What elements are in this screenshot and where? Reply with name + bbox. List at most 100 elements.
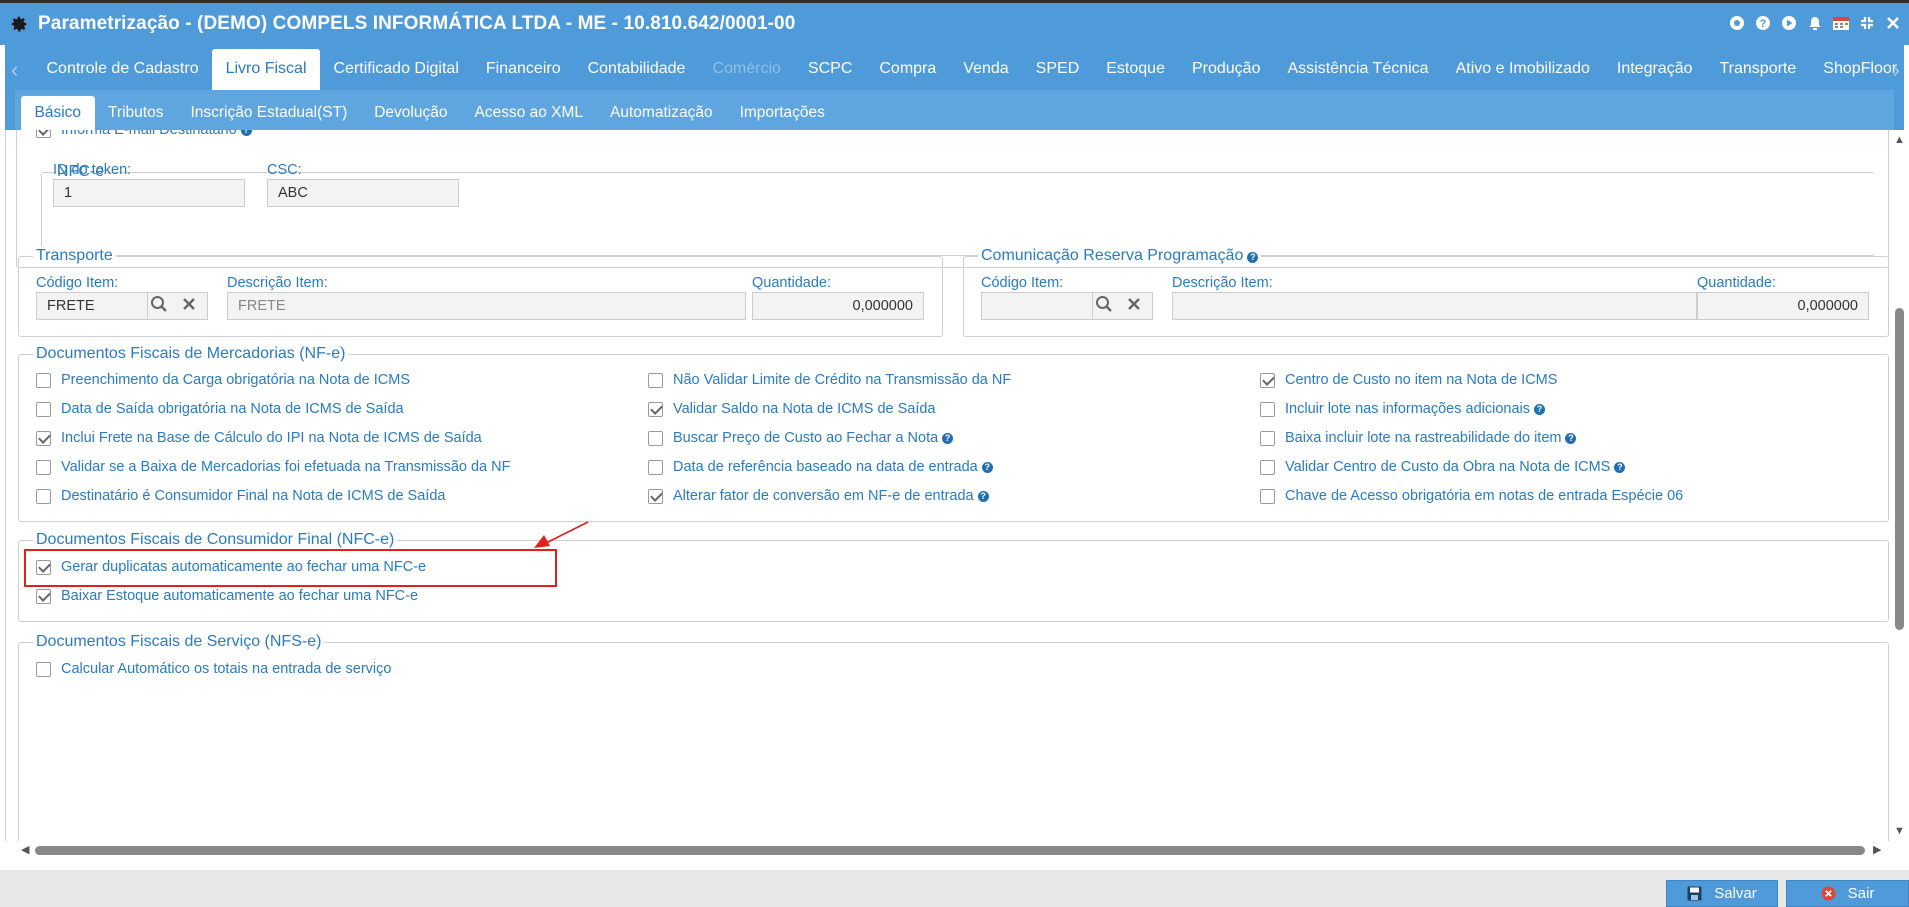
checkbox-centro-custo-item[interactable]: Centro de Custo no item na Nota de ICMS (1260, 372, 1557, 388)
checkbox-calcular-automatico[interactable]: Calcular Automático os totais na entrada… (36, 661, 391, 677)
csc-input[interactable]: ABC (267, 179, 459, 207)
checkbox-box[interactable] (36, 661, 51, 677)
checkbox-box[interactable] (36, 459, 51, 475)
clear-icon[interactable] (182, 297, 196, 316)
checkbox-box[interactable] (1260, 430, 1275, 446)
checkbox-consumidor-final[interactable]: Destinatário é Consumidor Final na Nota … (36, 488, 445, 504)
token-input[interactable]: 1 (53, 179, 245, 207)
checkbox-box[interactable] (1260, 488, 1275, 504)
main-tab-bar: ‹ Controle de Cadastro Livro Fiscal Cert… (5, 45, 1904, 90)
tab-livro-fiscal[interactable]: Livro Fiscal (212, 49, 320, 90)
help-icon[interactable]: ? (1565, 432, 1577, 444)
compress-icon[interactable] (1857, 13, 1877, 33)
checkbox-box[interactable] (648, 401, 663, 417)
subtab-inscricao-estadual[interactable]: Inscrição Estadual(ST) (177, 96, 361, 130)
quantidade-input[interactable]: 0,000000 (1697, 292, 1869, 320)
gear-icon[interactable] (8, 13, 30, 35)
tab-sped[interactable]: SPED (1022, 49, 1093, 90)
scroll-left-icon[interactable]: ◀ (21, 843, 29, 856)
tab-assistencia-tecnica[interactable]: Assistência Técnica (1274, 49, 1442, 90)
bell-icon[interactable] (1805, 13, 1825, 33)
tab-producao[interactable]: Produção (1178, 49, 1274, 90)
save-button[interactable]: Salvar (1666, 880, 1778, 907)
tab-financeiro[interactable]: Financeiro (472, 49, 574, 90)
clear-icon[interactable] (1127, 297, 1141, 316)
checkbox-nao-validar-limite[interactable]: Não Validar Limite de Crédito na Transmi… (648, 372, 1011, 388)
checkbox-validar-centro-custo-obra[interactable]: Validar Centro de Custo da Obra na Nota … (1260, 459, 1626, 475)
quantidade-input[interactable]: 0,000000 (752, 292, 924, 320)
tab-contabilidade[interactable]: Contabilidade (574, 49, 699, 90)
help-icon[interactable]: ? (1614, 461, 1626, 473)
checkbox-baixa-lote[interactable]: Baixa incluir lote na rastreabilidade do… (1260, 430, 1577, 446)
subtab-devolucao[interactable]: Devolução (361, 96, 461, 130)
checkbox-box[interactable] (36, 488, 51, 504)
help-icon[interactable]: ? (977, 490, 989, 502)
checkbox-box[interactable] (1260, 401, 1275, 417)
codigo-item-input[interactable]: FRETE (36, 292, 148, 320)
subtab-importacoes[interactable]: Importações (726, 96, 838, 130)
help-icon[interactable]: ? (1247, 251, 1259, 263)
tab-ativo-imobilizado[interactable]: Ativo e Imobilizado (1442, 49, 1603, 90)
help-icon[interactable]: ? (942, 432, 954, 444)
search-icon[interactable] (1095, 295, 1113, 318)
play-icon[interactable] (1779, 13, 1799, 33)
checkbox-label: Baixar Estoque automaticamente ao fechar… (61, 588, 419, 604)
tab-estoque[interactable]: Estoque (1093, 49, 1179, 90)
tab-venda[interactable]: Venda (950, 49, 1022, 90)
checkbox-alterar-fator[interactable]: Alterar fator de conversão em NF-e de en… (648, 488, 989, 504)
checkbox-box[interactable] (36, 588, 51, 604)
checkbox-incluir-lote[interactable]: Incluir lote nas informações adicionais? (1260, 401, 1546, 417)
tab-compra[interactable]: Compra (866, 49, 950, 90)
content-area[interactable]: Informa E-mail Destinatário ? NFC-e ID d… (5, 130, 1890, 841)
record-icon[interactable] (1727, 13, 1747, 33)
tab-integracao[interactable]: Integração (1603, 49, 1706, 90)
subtab-basico[interactable]: Básico (21, 96, 95, 130)
checkbox-data-saida[interactable]: Data de Saída obrigatória na Nota de ICM… (36, 401, 404, 417)
checkbox-box[interactable] (648, 372, 663, 388)
checkbox-box[interactable] (36, 372, 51, 388)
checkbox-box[interactable] (648, 459, 663, 475)
scroll-down-icon[interactable]: ▼ (1894, 825, 1905, 837)
subtab-acesso-xml[interactable]: Acesso ao XML (461, 96, 597, 130)
tab-controle-cadastro[interactable]: Controle de Cadastro (33, 49, 212, 90)
checkbox-validar-saldo[interactable]: Validar Saldo na Nota de ICMS de Saída (648, 401, 936, 417)
close-icon[interactable] (1883, 13, 1903, 33)
help-icon[interactable]: ? (981, 461, 993, 473)
fieldset-legend: Documentos Fiscais de Serviço (NFS-e) (33, 633, 325, 651)
scroll-right-icon[interactable]: ▶ (1873, 843, 1881, 856)
scrollbar-thumb[interactable] (1895, 308, 1904, 630)
checkbox-inclui-frete[interactable]: Inclui Frete na Base de Cálculo do IPI n… (36, 430, 482, 446)
checkbox-data-referencia[interactable]: Data de referência baseado na data de en… (648, 459, 993, 475)
help-icon[interactable]: ? (1534, 403, 1546, 415)
checkbox-box[interactable] (1260, 459, 1275, 475)
checkbox-preenchimento-carga[interactable]: Preenchimento da Carga obrigatória na No… (36, 372, 410, 388)
descricao-item-input[interactable] (1172, 292, 1697, 320)
codigo-item-input[interactable] (981, 292, 1093, 320)
checkbox-box[interactable] (648, 430, 663, 446)
tab-certificado-digital[interactable]: Certificado Digital (320, 49, 472, 90)
search-icon[interactable] (150, 295, 168, 318)
subtab-tributos[interactable]: Tributos (95, 96, 177, 130)
checkbox-box[interactable] (648, 488, 663, 504)
exit-button[interactable]: Sair (1786, 880, 1909, 907)
descricao-item-input[interactable]: FRETE (227, 292, 746, 320)
checkbox-chave-acesso[interactable]: Chave de Acesso obrigatória em notas de … (1260, 488, 1683, 504)
checkbox-buscar-preco-custo[interactable]: Buscar Preço de Custo ao Fechar a Nota? (648, 430, 954, 446)
chevron-left-icon[interactable]: ‹ (11, 57, 18, 83)
subtab-automatizacao[interactable]: Automatização (597, 96, 727, 130)
scroll-up-icon[interactable]: ▲ (1894, 134, 1905, 146)
checkbox-label: Validar Centro de Custo da Obra na Nota … (1285, 459, 1611, 475)
horizontal-scrollbar[interactable]: ◀ ▶ (5, 841, 1890, 860)
help-icon[interactable]: ? (1753, 13, 1773, 33)
scrollbar-thumb[interactable] (35, 846, 1865, 855)
tab-transporte[interactable]: Transporte (1706, 49, 1810, 90)
checkbox-box[interactable] (36, 401, 51, 417)
checkbox-box[interactable] (36, 430, 51, 446)
checkbox-validar-baixa[interactable]: Validar se a Baixa de Mercadorias foi ef… (36, 459, 510, 475)
vertical-scrollbar[interactable]: ▲ ▼ (1890, 130, 1909, 841)
tab-scpc[interactable]: SCPC (794, 49, 865, 90)
checkbox-box[interactable] (1260, 372, 1275, 388)
calendar-icon[interactable] (1831, 13, 1851, 33)
chevron-right-icon[interactable]: › (1893, 57, 1900, 83)
checkbox-baixar-estoque[interactable]: Baixar Estoque automaticamente ao fechar… (36, 588, 418, 604)
